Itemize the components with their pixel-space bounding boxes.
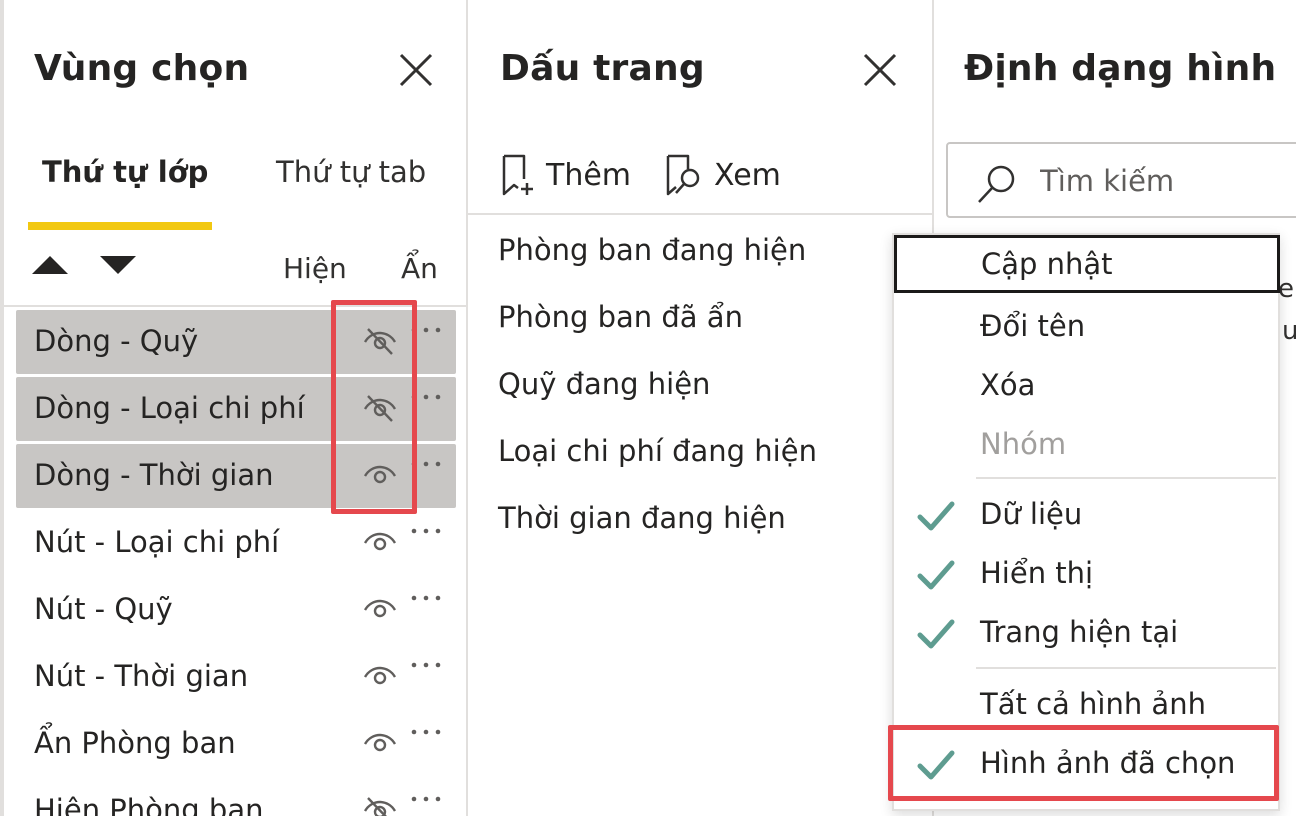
layer-row[interactable]: Dòng - Thời gian [16,444,456,508]
menu-item-label: Trang hiện tại [980,615,1179,649]
checkmark-icon [916,748,956,782]
layer-label: Dòng - Quỹ [34,324,199,358]
layer-label: Nút - Thời gian [34,659,249,693]
selection-pane-close-button[interactable] [398,52,434,88]
menu-item[interactable]: Cập nhật [894,235,1280,293]
search-input[interactable] [1040,164,1296,198]
more-options-icon[interactable] [408,521,444,541]
menu-item[interactable]: Tất cả hình ảnh [894,675,1278,733]
menu-item-label: Đổi tên [980,309,1086,343]
eye-hidden-icon[interactable] [362,795,398,816]
menu-item[interactable]: Dữ liệu [894,485,1278,543]
format-pane-title: Định dạng hình [964,48,1277,89]
selection-pane: Vùng chọn Thứ tự lớp Thứ tự tab Hiện Ẩn … [0,0,468,816]
layer-label: Dòng - Loại chi phí [34,391,305,425]
menu-item-label: Hiển thị [980,556,1094,590]
more-options-icon[interactable] [408,722,444,742]
eye-hidden-icon[interactable] [362,326,398,356]
triangle-up-icon [32,256,68,274]
menu-item-label: Cập nhật [981,247,1113,281]
view-bookmark-icon [666,154,700,196]
menu-item-label: Nhóm [980,427,1067,461]
eye-icon[interactable] [362,460,398,490]
bookmark-item[interactable]: Quỹ đang hiện [498,367,710,401]
triangle-down-icon [100,256,136,274]
menu-item: Nhóm [894,415,1278,473]
menu-item-label: Dữ liệu [980,497,1083,531]
eye-hidden-icon[interactable] [362,393,398,423]
bookmarks-pane-title: Dấu trang [500,48,705,89]
search-box[interactable] [946,142,1296,218]
more-options-icon[interactable] [408,454,444,474]
layer-label: Dòng - Thời gian [34,458,274,492]
menu-item-label: Xóa [980,368,1036,402]
close-icon [863,53,897,87]
peek-text: u [1282,316,1296,346]
menu-item[interactable]: Hình ảnh đã chọn [894,734,1278,792]
layer-label: Ẩn Phòng ban [34,726,236,760]
layer-row[interactable]: Dòng - Quỹ [16,310,456,374]
selection-pane-title: Vùng chọn [34,48,250,89]
bookmarks-pane: Dấu trang Thêm Xem Phòng ban đang hiện Ph… [468,0,934,816]
menu-separator [976,667,1276,669]
app-window: Vùng chọn Thứ tự lớp Thứ tự tab Hiện Ẩn … [0,0,1296,816]
layer-label: Nút - Quỹ [34,592,173,626]
menu-item-label: Hình ảnh đã chọn [980,746,1236,780]
add-bookmark-label: Thêm [546,157,632,193]
tab-layer-order[interactable]: Thứ tự lớp [42,155,208,189]
bookmark-item[interactable]: Loại chi phí đang hiện [498,434,817,468]
column-header-hide[interactable]: Ẩn [401,252,438,285]
menu-item[interactable]: Trang hiện tại [894,603,1278,661]
eye-icon[interactable] [362,728,398,758]
layer-row[interactable]: Nút - Thời gian [16,645,456,709]
active-tab-indicator [28,222,212,230]
view-bookmarks-button[interactable]: Xem [664,152,781,198]
checkmark-icon [916,558,956,592]
layer-row[interactable]: Nút - Loại chi phí [16,511,456,575]
menu-item[interactable]: Hiển thị [894,544,1278,602]
bookmark-item[interactable]: Phòng ban đã ẩn [498,300,743,334]
bookmark-item[interactable]: Thời gian đang hiện [498,501,786,535]
search-icon [978,165,1015,203]
eye-icon[interactable] [362,594,398,624]
more-options-icon[interactable] [408,655,444,675]
layer-row[interactable]: Nút - Quỹ [16,578,456,642]
divider [4,305,466,307]
layer-row[interactable]: Hiện Phòng ban [16,779,456,816]
close-icon [399,53,433,87]
eye-icon[interactable] [362,527,398,557]
checkmark-icon [916,499,956,533]
more-options-icon[interactable] [408,320,444,340]
move-up-button[interactable] [30,252,70,278]
view-bookmarks-label: Xem [714,157,781,193]
menu-item-label: Tất cả hình ảnh [980,687,1206,721]
more-options-icon[interactable] [408,789,444,809]
bookmarks-pane-close-button[interactable] [862,52,898,88]
layer-row[interactable]: Ẩn Phòng ban [16,712,456,776]
column-header-show[interactable]: Hiện [283,252,347,285]
tab-tab-order[interactable]: Thứ tự tab [276,155,426,189]
menu-separator [976,477,1276,479]
layer-label: Nút - Loại chi phí [34,525,280,559]
add-bookmark-button[interactable]: Thêm [500,152,631,198]
menu-item[interactable]: Xóa [894,356,1278,414]
divider [468,213,932,215]
checkmark-icon [916,617,956,651]
bookmark-context-menu: Cập nhật Đổi tên Xóa Nhóm Dữ liệu Hiển thị Tra… [892,233,1280,811]
menu-item[interactable]: Đổi tên [894,297,1278,355]
layer-label: Hiện Phòng ban [34,793,264,816]
bookmark-item[interactable]: Phòng ban đang hiện [498,233,806,267]
more-options-icon[interactable] [408,387,444,407]
eye-icon[interactable] [362,661,398,691]
peek-text: e [1278,274,1294,304]
move-down-button[interactable] [98,252,138,278]
add-bookmark-icon [502,154,533,196]
layer-row[interactable]: Dòng - Loại chi phí [16,377,456,441]
more-options-icon[interactable] [408,588,444,608]
